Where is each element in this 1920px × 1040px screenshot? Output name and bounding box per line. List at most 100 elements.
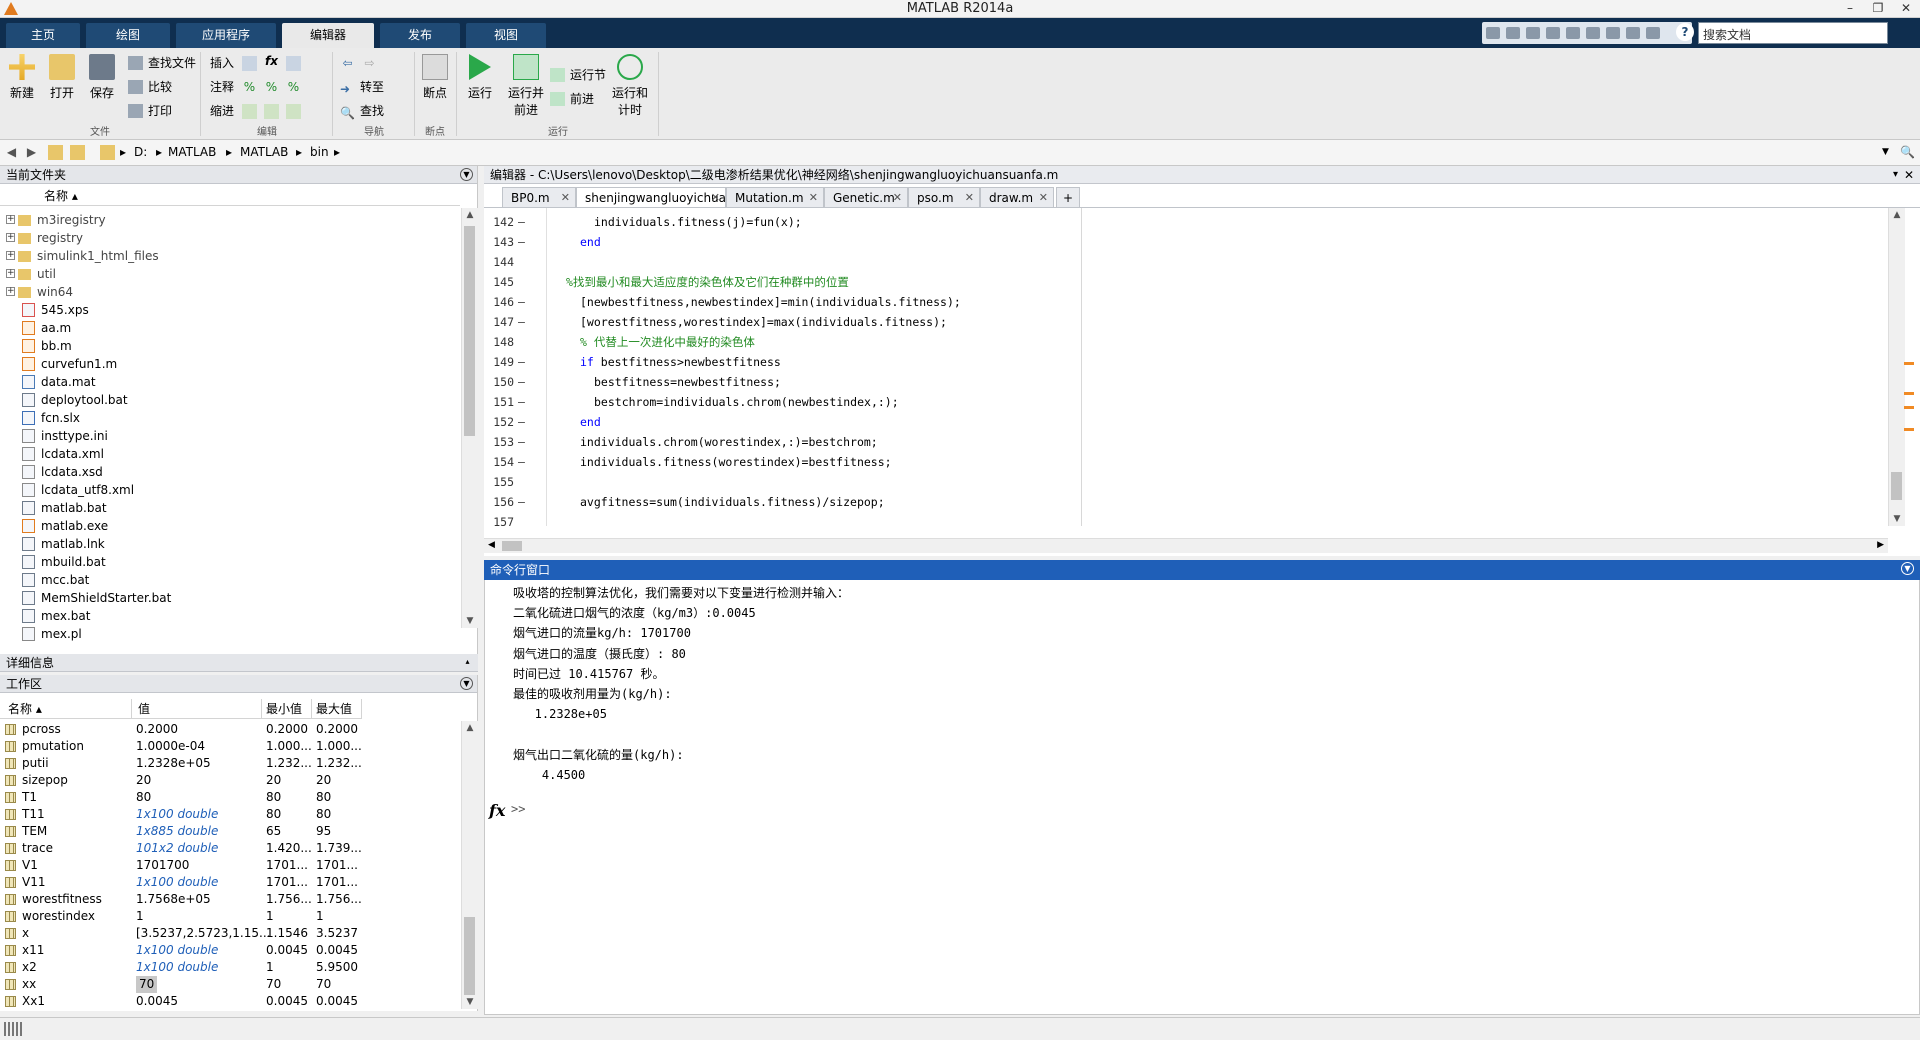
editor-scroll-thumb[interactable] [1891,472,1902,500]
help-icon[interactable]: ? [1676,23,1694,41]
code-line[interactable]: 148 % 代替上一次进化中最好的染色体 [484,332,1874,352]
workspace-row[interactable]: x2 1x100 double 1 5.9500 [0,959,370,976]
ws-max-column-header[interactable]: 最大值 [312,699,362,719]
expand-icon[interactable]: + [6,233,15,242]
back-arrow-icon[interactable]: ⇦ [340,56,355,71]
workspace-row[interactable]: x11 1x100 double 0.0045 0.0045 [0,942,370,959]
ws-min-column-header[interactable]: 最小值 [262,699,312,719]
scroll-down-icon[interactable]: ▼ [462,616,478,626]
undo-icon[interactable] [1586,27,1600,39]
switch-windows-icon[interactable] [1626,27,1640,39]
code-line[interactable]: 149– if bestfitness>newbestfitness [484,352,1874,372]
minimize-button[interactable]: – [1836,0,1864,18]
paste-icon[interactable] [1566,27,1580,39]
new-tab-icon[interactable]: + [1056,187,1080,207]
scroll-thumb[interactable] [464,226,475,436]
editor-scroll-down-icon[interactable]: ▼ [1889,514,1905,524]
code-line[interactable]: 151– bestchrom=individuals.chrom(newbesti… [484,392,1874,412]
code-line[interactable]: 156– avgfitness=sum(individuals.fitness)/… [484,492,1874,512]
command-window-menu-icon[interactable]: ▼ [1901,562,1914,575]
up-folder-icon[interactable] [48,145,63,160]
wrap-comment-icon[interactable]: % [286,80,301,95]
editor-menu-icon[interactable]: ▾ [1893,166,1898,184]
compare-button[interactable]: 比较 [128,78,172,96]
breakpoints-button[interactable]: 断点 [417,54,453,101]
editor-tab[interactable]: pso.m ✕ [908,187,980,207]
breakpoint-gutter[interactable]: – [518,352,525,372]
decrease-indent-icon[interactable] [286,104,301,119]
workspace-row[interactable]: xx 70 70 70 [0,976,370,993]
editor-hscrollbar[interactable]: ◀ ▶ [484,538,1888,553]
code-line[interactable]: 155 [484,472,1874,492]
code-line[interactable]: 154– individuals.fitness(worestindex)=bes… [484,452,1874,472]
print-button[interactable]: 打印 [128,102,172,120]
breakpoint-gutter[interactable]: – [518,232,525,252]
ws-scroll-down-icon[interactable]: ▼ [462,997,478,1007]
run-section-button[interactable]: 运行节 [550,66,606,84]
editor-tab[interactable]: shenjingwangluoyichuansuanfa.m ✕ [576,187,790,208]
close-tab-icon[interactable]: ✕ [561,188,570,208]
hscroll-thumb[interactable] [502,541,522,551]
breakpoint-gutter[interactable]: – [518,492,525,512]
breakpoint-gutter[interactable]: – [518,312,525,332]
browse-folder-icon[interactable] [70,145,85,160]
uncomment-icon[interactable]: % [264,80,279,95]
workspace-row[interactable]: T11 1x100 double 80 80 [0,806,370,823]
close-tab-icon[interactable]: ✕ [965,188,974,208]
code-line[interactable]: 150– bestfitness=newbestfitness; [484,372,1874,392]
breakpoint-gutter[interactable]: – [518,292,525,312]
workspace-row[interactable]: V1 1701700 1701... 1701... [0,857,370,874]
breakpoint-gutter[interactable]: – [518,412,525,432]
editor-vscrollbar[interactable]: ▲ ▼ [1888,208,1905,526]
advance-button[interactable]: 前进 [550,90,594,108]
close-tab-icon[interactable]: ✕ [809,188,818,208]
ws-value-column-header[interactable]: 值 [132,699,262,719]
ws-name-column-header[interactable]: 名称 ▴ [0,699,132,719]
command-window[interactable]: 吸收塔的控制算法优化，我们需要对以下变量进行检测并输入： 二氧化硫进口烟气的浓度（… [484,560,1920,1015]
save-icon[interactable] [1506,27,1520,39]
code-line[interactable]: 153– individuals.chrom(worestindex,:)=bes… [484,432,1874,452]
code-analyzer-marker[interactable] [1904,392,1914,395]
breadcrumb-matlab-2[interactable]: MATLAB [240,145,288,159]
ws-scroll-up-icon[interactable]: ▲ [462,723,478,733]
code-line[interactable]: 147– [worestfitness,worestindex]=max(indi… [484,312,1874,332]
workspace-row[interactable]: worestindex 1 1 1 [0,908,370,925]
expand-icon[interactable]: + [6,215,15,224]
address-search-icon[interactable]: 🔍 [1900,145,1915,159]
editor-tab[interactable]: draw.m ✕ [980,187,1054,207]
open-button[interactable]: 打开 [44,54,80,101]
breakpoint-gutter[interactable]: – [518,452,525,472]
tab-plots[interactable]: 绘图 [86,23,170,48]
indent-button[interactable]: 缩进 [210,102,234,120]
breadcrumb-matlab-1[interactable]: MATLAB [168,145,216,159]
increase-indent-icon[interactable] [264,104,279,119]
close-tab-icon[interactable]: ✕ [711,188,720,208]
expand-details-icon[interactable]: ▴ [461,656,474,669]
details-header[interactable]: 详细信息 ▴ [0,654,478,672]
code-analyzer-marker[interactable] [1904,406,1914,409]
panel-menu-icon[interactable]: ▼ [460,168,473,181]
breakpoint-gutter[interactable]: – [518,392,525,412]
forward-arrow-icon[interactable]: ⇨ [362,56,377,71]
redo-icon[interactable] [1606,27,1620,39]
workspace-menu-icon[interactable]: ▼ [460,677,473,690]
editor-close-icon[interactable]: ✕ [1904,166,1914,184]
insert-button[interactable]: 插入 [210,54,234,72]
workspace-row[interactable]: T1 80 80 80 [0,789,370,806]
hscroll-left-icon[interactable]: ◀ [488,540,495,550]
code-analyzer-marker[interactable] [1904,428,1914,431]
close-tab-icon[interactable]: ✕ [1039,188,1048,208]
search-documentation-input[interactable]: 搜索文档 [1698,22,1888,44]
workspace-scrollbar[interactable]: ▲ ▼ [461,721,478,1009]
tab-publish[interactable]: 发布 [380,23,460,48]
close-tab-icon[interactable]: ✕ [893,188,902,208]
scroll-up-icon[interactable]: ▲ [462,210,478,220]
address-dropdown-icon[interactable]: ▼ [1882,147,1889,157]
function-browser-icon[interactable]: fx [489,801,505,820]
hscroll-right-icon[interactable]: ▶ [1877,540,1884,550]
restore-button[interactable]: ❐ [1864,0,1892,18]
tab-apps[interactable]: 应用程序 [176,23,276,48]
expand-icon[interactable]: + [6,287,15,296]
run-and-advance-button[interactable]: 运行并 前进 [502,54,550,118]
copy-icon[interactable] [1546,27,1560,39]
